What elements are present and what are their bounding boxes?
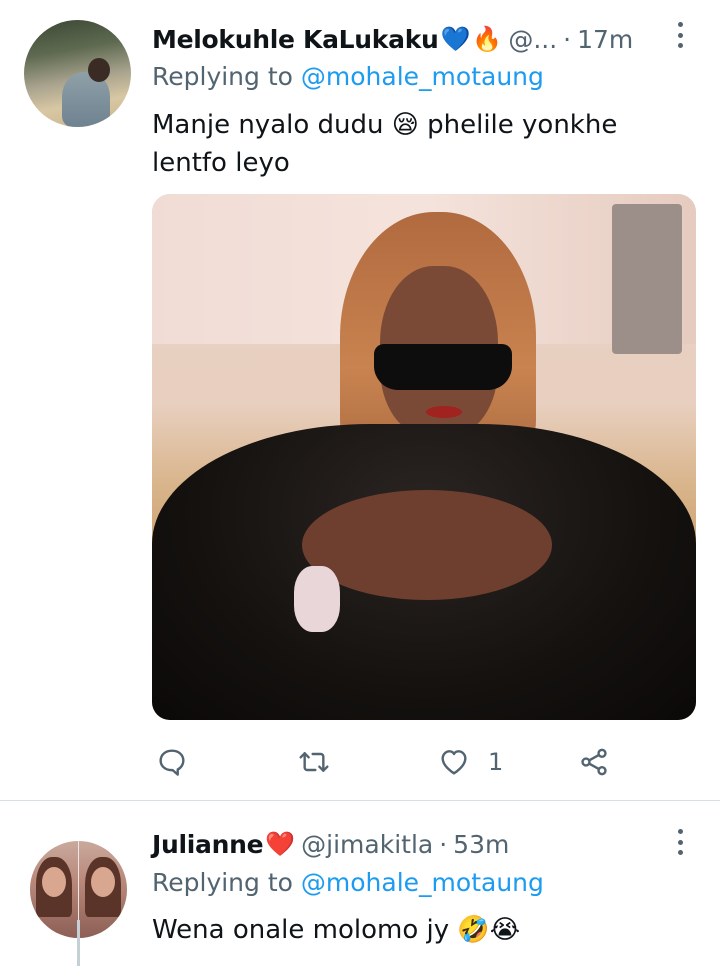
dot-icon <box>677 850 683 855</box>
more-options-icon[interactable] <box>672 829 688 855</box>
action-bar: 1 <box>152 742 696 782</box>
red-heart-emoji: ❤️ <box>265 830 296 858</box>
dot-icon <box>677 839 683 845</box>
replying-label: Replying to <box>152 62 293 91</box>
fire-emoji: 🔥 <box>472 25 503 53</box>
mention-link[interactable]: @mohale_motaung <box>301 868 544 897</box>
more-options-icon[interactable] <box>672 22 688 48</box>
tweet[interactable]: Julianne ❤️ @jimakitla · 53m Replying to… <box>0 801 720 966</box>
replying-to: Replying to @mohale_motaung <box>152 62 544 91</box>
share-button[interactable] <box>578 742 610 782</box>
avatar-face <box>42 867 66 897</box>
photo-lips <box>426 406 462 418</box>
avatar-photo-left <box>30 841 78 938</box>
like-button[interactable]: 1 <box>438 742 503 782</box>
tweet-header: Melokuhle KaLukaku 💙 🔥 @... · 17m <box>152 20 633 58</box>
tweet-photo[interactable] <box>152 194 696 720</box>
retweet-icon <box>299 752 329 772</box>
blue-heart-emoji: 💙 <box>440 25 471 53</box>
separator: · <box>563 24 572 54</box>
separator: · <box>439 829 448 859</box>
display-name[interactable]: Julianne <box>152 830 264 859</box>
avatar-photo-right <box>79 841 127 938</box>
photo-hands <box>302 490 552 600</box>
avatar-face <box>91 867 115 897</box>
replying-to: Replying to @mohale_motaung <box>152 868 544 897</box>
heart-icon <box>441 750 467 775</box>
user-handle[interactable]: @... <box>508 25 557 54</box>
user-handle[interactable]: @jimakitla <box>301 830 433 859</box>
tweet-header: Julianne ❤️ @jimakitla · 53m <box>152 825 509 863</box>
avatar[interactable] <box>24 20 131 127</box>
dot-icon <box>677 829 683 834</box>
retweet-button[interactable] <box>298 742 330 782</box>
thread-line <box>77 920 80 966</box>
share-icon <box>581 748 607 776</box>
tweet[interactable]: Melokuhle KaLukaku 💙 🔥 @... · 17m Replyi… <box>0 0 720 800</box>
like-count: 1 <box>488 748 504 776</box>
display-name[interactable]: Melokuhle KaLukaku <box>152 25 439 54</box>
avatar-head <box>88 58 110 82</box>
replying-label: Replying to <box>152 868 293 897</box>
reply-icon <box>159 749 185 776</box>
timestamp[interactable]: 53m <box>453 830 509 859</box>
mention-link[interactable]: @mohale_motaung <box>301 62 544 91</box>
timestamp[interactable]: 17m <box>577 25 633 54</box>
photo-sunglasses <box>374 344 512 390</box>
dot-icon <box>677 22 683 27</box>
photo-window <box>612 204 682 354</box>
dot-icon <box>677 43 683 48</box>
tweet-text: Manje nyalo dudu 😪 phelile yonkhe lentfo… <box>152 110 618 178</box>
reply-button[interactable] <box>156 742 188 782</box>
tweet-text: Wena onale molomo jy 🤣😭 <box>152 915 521 945</box>
dot-icon <box>677 32 683 38</box>
photo-bracelet <box>294 566 340 632</box>
